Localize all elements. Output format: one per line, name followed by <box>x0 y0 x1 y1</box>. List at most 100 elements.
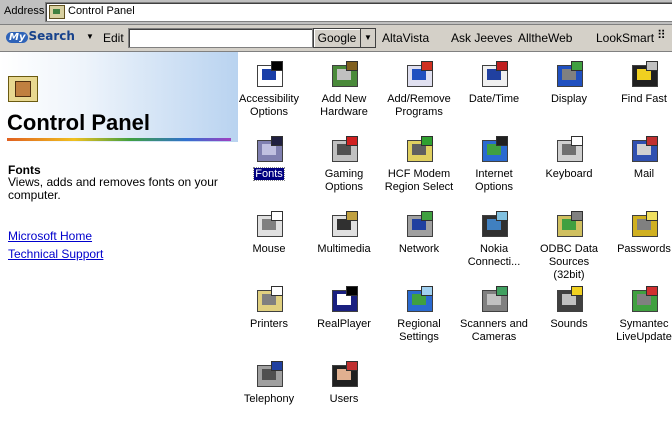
nokia-phone-icon <box>478 209 510 241</box>
control-panel-item-network[interactable]: Network <box>382 209 456 256</box>
control-panel-item-nokia-phone[interactable]: Nokia Connecti... <box>457 209 531 269</box>
control-panel-item-label: Date/Time <box>468 93 520 105</box>
gaming-icon <box>328 134 360 166</box>
control-panel-item-label: Mouse <box>252 243 286 255</box>
microsoft-home-link[interactable]: Microsoft Home <box>8 229 92 243</box>
title-divider <box>7 138 231 141</box>
ask-jeeves-link[interactable]: Ask Jeeves <box>451 31 512 45</box>
address-field[interactable]: Control Panel <box>45 2 672 22</box>
modem-icon <box>403 134 435 166</box>
mysearch-logo-search: Search <box>28 29 75 43</box>
printers-icon <box>253 284 285 316</box>
keyboard-icon <box>553 134 585 166</box>
control-panel-item-label: ODBC Data Sources (32bit) <box>539 243 599 281</box>
selected-item-description: Views, adds and removes fonts on your co… <box>8 175 218 202</box>
control-panel-item-label: Mail <box>633 168 655 180</box>
control-panel-item-regional[interactable]: Regional Settings <box>382 284 456 344</box>
control-panel-item-scanner[interactable]: Scanners and Cameras <box>457 284 531 344</box>
control-panel-item-mail[interactable]: Mail <box>607 134 672 181</box>
control-panel-item-liveupdate[interactable]: Symantec LiveUpdate <box>607 284 672 344</box>
control-panel-item-display[interactable]: Display <box>532 59 606 106</box>
liveupdate-icon <box>628 284 660 316</box>
control-panel-item-label: Sounds <box>550 318 588 330</box>
control-panel-item-multimedia[interactable]: Multimedia <box>307 209 381 256</box>
control-panel-item-label: Nokia Connecti... <box>467 243 521 268</box>
control-panel-item-add-hardware[interactable]: Add New Hardware <box>307 59 381 119</box>
mysearch-logo[interactable]: My Search <box>6 29 75 47</box>
address-value: Control Panel <box>68 5 135 17</box>
control-panel-item-label: Keyboard <box>545 168 593 180</box>
sounds-icon <box>553 284 585 316</box>
date-time-icon <box>478 59 510 91</box>
mysearch-toolbar: My Search ▼ Edit Google ▼ AltaVista Ask J… <box>0 25 672 52</box>
control-panel-item-label: Telephony <box>243 393 295 405</box>
address-bar: Address Control Panel <box>0 0 672 25</box>
users-icon <box>328 359 360 391</box>
altavista-link[interactable]: AltaVista <box>382 31 429 45</box>
control-panel-item-label: RealPlayer <box>317 318 371 330</box>
looksmart-link[interactable]: LookSmart <box>596 31 654 45</box>
control-panel-item-accessibility[interactable]: Accessibility Options <box>232 59 306 119</box>
control-panel-item-label: Gaming Options <box>324 168 364 193</box>
odbc-icon <box>553 209 585 241</box>
network-icon <box>403 209 435 241</box>
mysearch-menu-arrow-icon[interactable]: ▼ <box>86 32 94 41</box>
info-pane: Control Panel Fonts Views, adds and remo… <box>0 52 238 435</box>
technical-support-link[interactable]: Technical Support <box>8 247 103 261</box>
toolbar-overflow-icon[interactable]: ⠿ <box>657 28 666 42</box>
control-panel-item-label: HCF Modem Region Select <box>384 168 454 193</box>
control-panel-item-sounds[interactable]: Sounds <box>532 284 606 331</box>
control-panel-item-mouse[interactable]: Mouse <box>232 209 306 256</box>
regional-icon <box>403 284 435 316</box>
control-panel-item-telephony[interactable]: Telephony <box>232 359 306 406</box>
control-panel-item-label: Printers <box>250 318 288 330</box>
multimedia-icon <box>328 209 360 241</box>
control-panel-item-gaming[interactable]: Gaming Options <box>307 134 381 194</box>
find-fast-icon <box>628 59 660 91</box>
control-panel-item-printers[interactable]: Printers <box>232 284 306 331</box>
scanner-icon <box>478 284 510 316</box>
edit-button[interactable]: Edit <box>103 31 124 45</box>
control-panel-item-label: Fonts <box>253 167 285 181</box>
add-hardware-icon <box>328 59 360 91</box>
control-panel-item-label: Accessibility Options <box>239 93 299 118</box>
control-panel-item-realplayer[interactable]: RealPlayer <box>307 284 381 331</box>
alltheweb-link[interactable]: AlltheWeb <box>518 31 572 45</box>
control-panel-item-label: Regional Settings <box>397 318 441 343</box>
control-panel-item-internet[interactable]: Internet Options <box>457 134 531 194</box>
control-panel-small-icon <box>49 5 65 19</box>
accessibility-icon <box>253 59 285 91</box>
mouse-icon <box>253 209 285 241</box>
control-panel-item-label: Symantec LiveUpdate <box>616 318 672 343</box>
fonts-icon <box>253 134 285 166</box>
mail-icon <box>628 134 660 166</box>
control-panel-item-keyboard[interactable]: Keyboard <box>532 134 606 181</box>
realplayer-icon <box>328 284 360 316</box>
display-icon <box>553 59 585 91</box>
control-panel-item-label: Users <box>329 393 359 405</box>
page-title: Control Panel <box>7 110 151 135</box>
control-panel-item-odbc[interactable]: ODBC Data Sources (32bit) <box>532 209 606 282</box>
control-panel-icon <box>8 76 38 102</box>
control-panel-item-users[interactable]: Users <box>307 359 381 406</box>
control-panel-item-date-time[interactable]: Date/Time <box>457 59 531 106</box>
control-panel-item-find-fast[interactable]: Find Fast <box>607 59 672 106</box>
control-panel-item-passwords[interactable]: Passwords <box>607 209 672 256</box>
address-label: Address <box>4 5 45 17</box>
search-input[interactable] <box>128 28 313 48</box>
mysearch-logo-my: My <box>6 32 29 43</box>
google-search-button[interactable]: Google <box>313 28 361 48</box>
add-remove-programs-icon <box>403 59 435 91</box>
control-panel-item-label: Internet Options <box>475 168 513 193</box>
control-panel-item-label: Add New Hardware <box>320 93 368 118</box>
passwords-icon <box>628 209 660 241</box>
control-panel-item-label: Display <box>550 93 588 105</box>
telephony-icon <box>253 359 285 391</box>
engine-dropdown-arrow-icon[interactable]: ▼ <box>360 28 376 48</box>
control-panel-item-label: Multimedia <box>317 243 371 255</box>
control-panel-item-fonts[interactable]: Fonts <box>232 134 306 181</box>
control-panel-item-add-remove-programs[interactable]: Add/Remove Programs <box>382 59 456 119</box>
control-panel-item-modem[interactable]: HCF Modem Region Select <box>382 134 456 194</box>
control-panel-item-label: Passwords <box>617 243 671 255</box>
control-panel-item-label: Add/Remove Programs <box>387 93 451 118</box>
